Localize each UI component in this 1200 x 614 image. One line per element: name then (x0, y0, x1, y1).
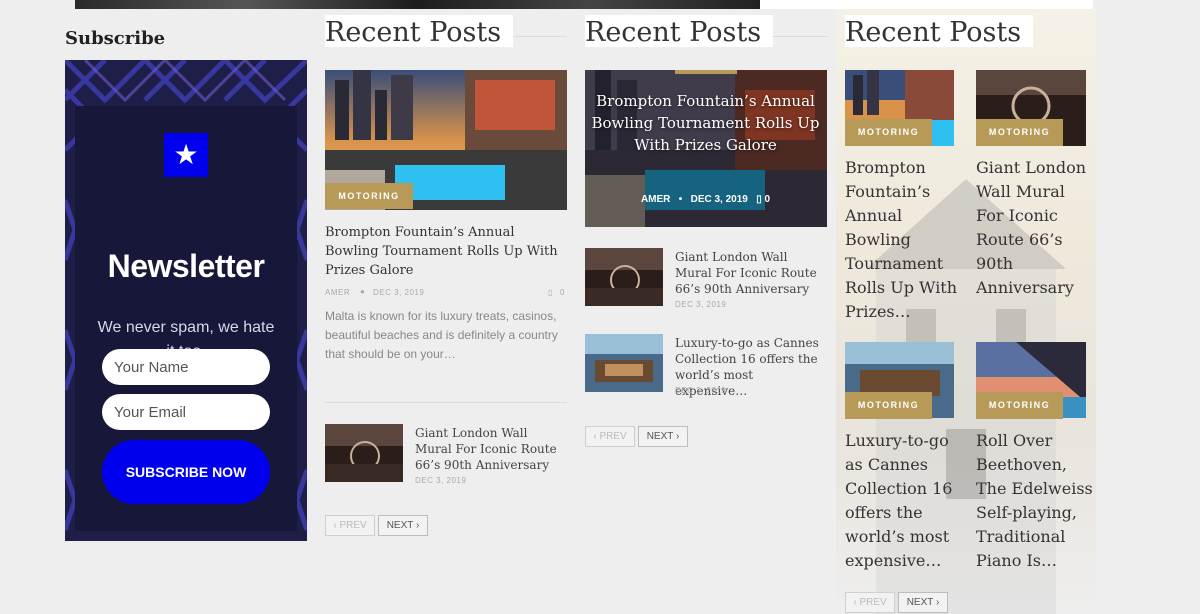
header-image-strip (75, 0, 760, 9)
category-badge[interactable]: MOTORING (325, 183, 413, 209)
post-date: DEC 3, 2019 (675, 386, 727, 395)
featured-post-image[interactable]: Brompton Fountain’s Annual Bowling Tourn… (585, 70, 827, 227)
next-button[interactable]: NEXT › (378, 515, 428, 536)
next-button[interactable]: NEXT › (638, 426, 688, 447)
post-title[interactable]: Giant London Wall Mural For Iconic Route… (976, 156, 1094, 300)
post-title[interactable]: Brompton Fountain’s Annual Bowling Tourn… (325, 223, 567, 280)
post-date: DEC 3, 2019 (373, 288, 425, 297)
comment-icon: ▯ (548, 288, 553, 297)
divider (325, 402, 567, 403)
meta-separator: • (673, 194, 688, 205)
prev-button[interactable]: ‹ PREV (325, 515, 375, 536)
recent-posts-heading: Recent Posts (325, 15, 514, 48)
name-input[interactable] (102, 349, 270, 385)
post-thumbnail[interactable] (585, 334, 663, 392)
post-date: DEC 3, 2019 (690, 194, 748, 205)
featured-post-meta: AMER • DEC 3, 2019 ▯ 0 (585, 194, 826, 205)
prev-button[interactable]: ‹ PREV (585, 426, 635, 447)
subscribe-button[interactable]: SUBSCRIBE NOW (102, 440, 270, 504)
post-author[interactable]: AMER (325, 288, 350, 297)
comment-icon: ▯ (750, 194, 765, 205)
meta-separator: ● (360, 287, 366, 296)
featured-post-title[interactable]: Brompton Fountain’s Annual Bowling Tourn… (585, 90, 826, 156)
chevron-right-icon: › (933, 597, 940, 608)
post-title[interactable]: Giant London Wall Mural For Iconic Route… (415, 425, 567, 473)
recent-posts-heading: Recent Posts (845, 15, 1034, 48)
next-button[interactable]: NEXT › (898, 592, 948, 613)
prev-button[interactable]: ‹ PREV (845, 592, 895, 613)
post-date: DEC 3, 2019 (415, 476, 467, 485)
comment-count[interactable]: 0 (764, 194, 770, 205)
post-title[interactable]: Roll Over Beethoven, The Edelweiss Self-… (976, 429, 1094, 573)
post-thumbnail[interactable] (585, 248, 663, 306)
post-title[interactable]: Luxury-to-go as Cannes Collection 16 off… (845, 429, 963, 573)
star-icon: ★ (164, 133, 208, 177)
category-badge[interactable]: MOTORING (845, 119, 932, 146)
chevron-right-icon: › (413, 520, 420, 531)
newsletter-widget: ★ Newsletter We never spam, we hate it t… (65, 60, 307, 541)
post-thumbnail[interactable] (325, 424, 403, 482)
post-date: DEC 3, 2019 (675, 300, 727, 309)
post-title[interactable]: Giant London Wall Mural For Iconic Route… (675, 249, 827, 297)
comment-count[interactable]: 0 (560, 288, 565, 297)
post-title[interactable]: Brompton Fountain’s Annual Bowling Tourn… (845, 156, 963, 324)
post-author[interactable]: AMER (641, 194, 670, 205)
email-input[interactable] (102, 394, 270, 430)
recent-posts-heading: Recent Posts (585, 15, 774, 48)
post-excerpt: Malta is known for its luxury treats, ca… (325, 309, 558, 361)
header-white-strip (760, 0, 1093, 9)
category-badge[interactable]: MOTORING (845, 392, 932, 419)
chevron-right-icon: › (673, 431, 680, 442)
category-badge[interactable]: MOTORING (976, 119, 1063, 146)
subscribe-heading: Subscribe (65, 28, 166, 49)
category-badge[interactable]: MOTORING (976, 392, 1063, 419)
newsletter-title: Newsletter (107, 248, 265, 284)
